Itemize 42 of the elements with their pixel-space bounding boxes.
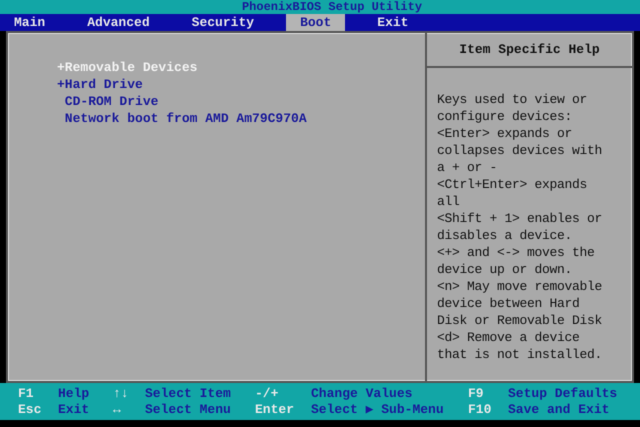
help-text-line: collapses devices with [437, 142, 604, 159]
help-text-line: device between Hard [437, 295, 581, 312]
boot-device-item[interactable]: +Hard Drive [8, 76, 425, 93]
help-text-line: <Enter> expands or [437, 125, 574, 142]
key-hint: F9 [468, 386, 485, 402]
menu-tab[interactable]: Main [4, 14, 56, 31]
key-hint: ↑↓ [113, 386, 130, 402]
key-action: Save and Exit [508, 402, 610, 418]
help-text-line: all [437, 193, 461, 210]
key-hint: ↔ [113, 402, 122, 418]
menu-tab[interactable]: Advanced [77, 14, 160, 31]
key-hint: F1 [18, 386, 35, 402]
key-action: Select Item [145, 386, 232, 402]
window-title: PhoenixBIOS Setup Utility [242, 0, 422, 14]
menu-tab[interactable]: Security [182, 14, 264, 31]
key-hint: -/+ [255, 386, 280, 402]
help-heading: Item Specific Help [459, 42, 600, 57]
key-action: Help [58, 386, 90, 402]
help-text-line: Keys used to view or [437, 91, 588, 108]
help-text-line: <+> and <-> moves the [437, 244, 596, 261]
menu-tab[interactable]: Boot [286, 14, 346, 31]
key-action: Exit [58, 402, 90, 418]
help-text-line: that is not installed. [437, 346, 604, 363]
help-text-line: configure devices: [437, 108, 574, 125]
help-text-line: disables a device. [437, 227, 574, 244]
menu-tab[interactable]: Exit [367, 14, 418, 31]
boot-device-item[interactable]: CD-ROM Drive [8, 93, 425, 110]
key-action: Setup Defaults [508, 386, 618, 402]
key-action: Select ▶ Sub-Menu [311, 402, 445, 418]
help-text-line: <Ctrl+Enter> expands [437, 176, 588, 193]
key-hint: Enter [255, 402, 296, 418]
key-action: Select Menu [145, 402, 232, 418]
key-action: Change Values [311, 386, 414, 402]
help-text-line: <d> Remove a device [437, 329, 581, 346]
help-text-line: device up or down. [437, 261, 574, 278]
key-hint: Esc [18, 402, 42, 418]
help-text-line: <Shift + 1> enables or [437, 210, 604, 227]
boot-device-item[interactable]: Network boot from AMD Am79C970A [8, 110, 425, 127]
help-text-line: <n> May move removable [437, 278, 604, 295]
key-hint: F10 [468, 402, 492, 418]
help-text-line: a + or - [437, 159, 498, 176]
help-text-line: Disk or Removable Disk [437, 312, 604, 329]
